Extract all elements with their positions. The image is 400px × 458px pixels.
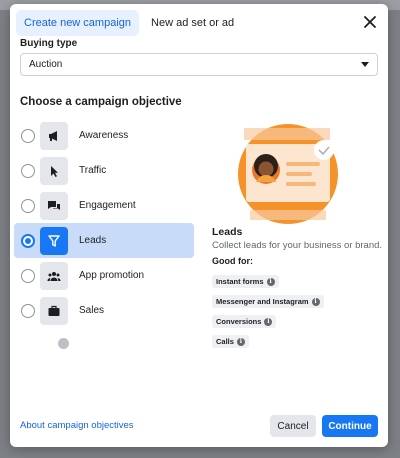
info-icon[interactable]: i: [264, 317, 273, 326]
briefcase-icon: [40, 296, 68, 325]
objective-leads[interactable]: Leads: [14, 223, 194, 258]
cursor-icon: [40, 156, 68, 185]
chip-messenger-instagram: Messenger and Instagram i: [212, 295, 324, 308]
objective-app-promotion[interactable]: App promotion: [14, 258, 194, 293]
objective-label: Leads: [79, 235, 107, 246]
objective-section-title: Choose a campaign objective: [20, 96, 182, 108]
leads-illustration: [238, 124, 338, 224]
objective-label: App promotion: [79, 270, 145, 281]
objective-label: Sales: [79, 305, 105, 316]
chip-instant-forms: Instant forms i: [212, 275, 279, 288]
create-campaign-dialog: Create new campaign New ad set or ad Buy…: [10, 4, 388, 447]
chip-calls: Calls i: [212, 335, 249, 348]
radio-sales[interactable]: [21, 303, 35, 318]
people-icon: [40, 261, 68, 290]
dialog-tabs: Create new campaign New ad set or ad: [16, 10, 242, 36]
megaphone-icon: [40, 121, 68, 150]
good-for-label: Good for:: [212, 256, 253, 266]
good-for-chips: Instant forms i Messenger and Instagram i …: [212, 271, 382, 351]
scroll-indicator[interactable]: [58, 338, 69, 349]
radio-awareness[interactable]: [21, 128, 35, 143]
funnel-icon: [40, 226, 68, 255]
buying-type-label: Buying type: [20, 38, 78, 49]
tab-new-ad-set-or-ad[interactable]: New ad set or ad: [143, 10, 242, 36]
objective-label: Awareness: [79, 130, 129, 141]
radio-app-promotion[interactable]: [21, 268, 35, 283]
objective-detail-description: Collect leads for your business or brand…: [212, 240, 383, 251]
continue-button[interactable]: Continue: [322, 415, 378, 437]
close-icon[interactable]: [362, 14, 378, 30]
chevron-down-icon: [361, 62, 369, 67]
info-icon[interactable]: i: [266, 277, 275, 286]
buying-type-value: Auction: [29, 59, 63, 70]
radio-engagement[interactable]: [21, 198, 35, 213]
radio-traffic[interactable]: [21, 163, 35, 178]
chat-bubbles-icon: [40, 191, 68, 220]
objective-label: Engagement: [79, 200, 136, 211]
objective-label: Traffic: [79, 165, 107, 176]
objective-detail-title: Leads: [212, 226, 243, 238]
radio-leads[interactable]: [21, 233, 35, 248]
info-icon[interactable]: i: [311, 297, 320, 306]
buying-type-select[interactable]: Auction: [20, 53, 378, 76]
objective-list: Awareness Traffic Engagement Leads App p…: [14, 118, 194, 328]
objective-engagement[interactable]: Engagement: [14, 188, 194, 223]
tab-create-new-campaign[interactable]: Create new campaign: [16, 10, 140, 36]
chip-label: Messenger and Instagram: [216, 297, 309, 306]
objective-sales[interactable]: Sales: [14, 293, 194, 328]
about-objectives-link[interactable]: About campaign objectives: [20, 420, 134, 431]
chip-label: Conversions: [216, 317, 262, 326]
objective-traffic[interactable]: Traffic: [14, 153, 194, 188]
info-icon[interactable]: i: [236, 337, 245, 346]
chip-label: Calls: [216, 337, 234, 346]
objective-awareness[interactable]: Awareness: [14, 118, 194, 153]
chip-conversions: Conversions i: [212, 315, 277, 328]
cancel-button[interactable]: Cancel: [270, 415, 316, 437]
chip-label: Instant forms: [216, 277, 264, 286]
